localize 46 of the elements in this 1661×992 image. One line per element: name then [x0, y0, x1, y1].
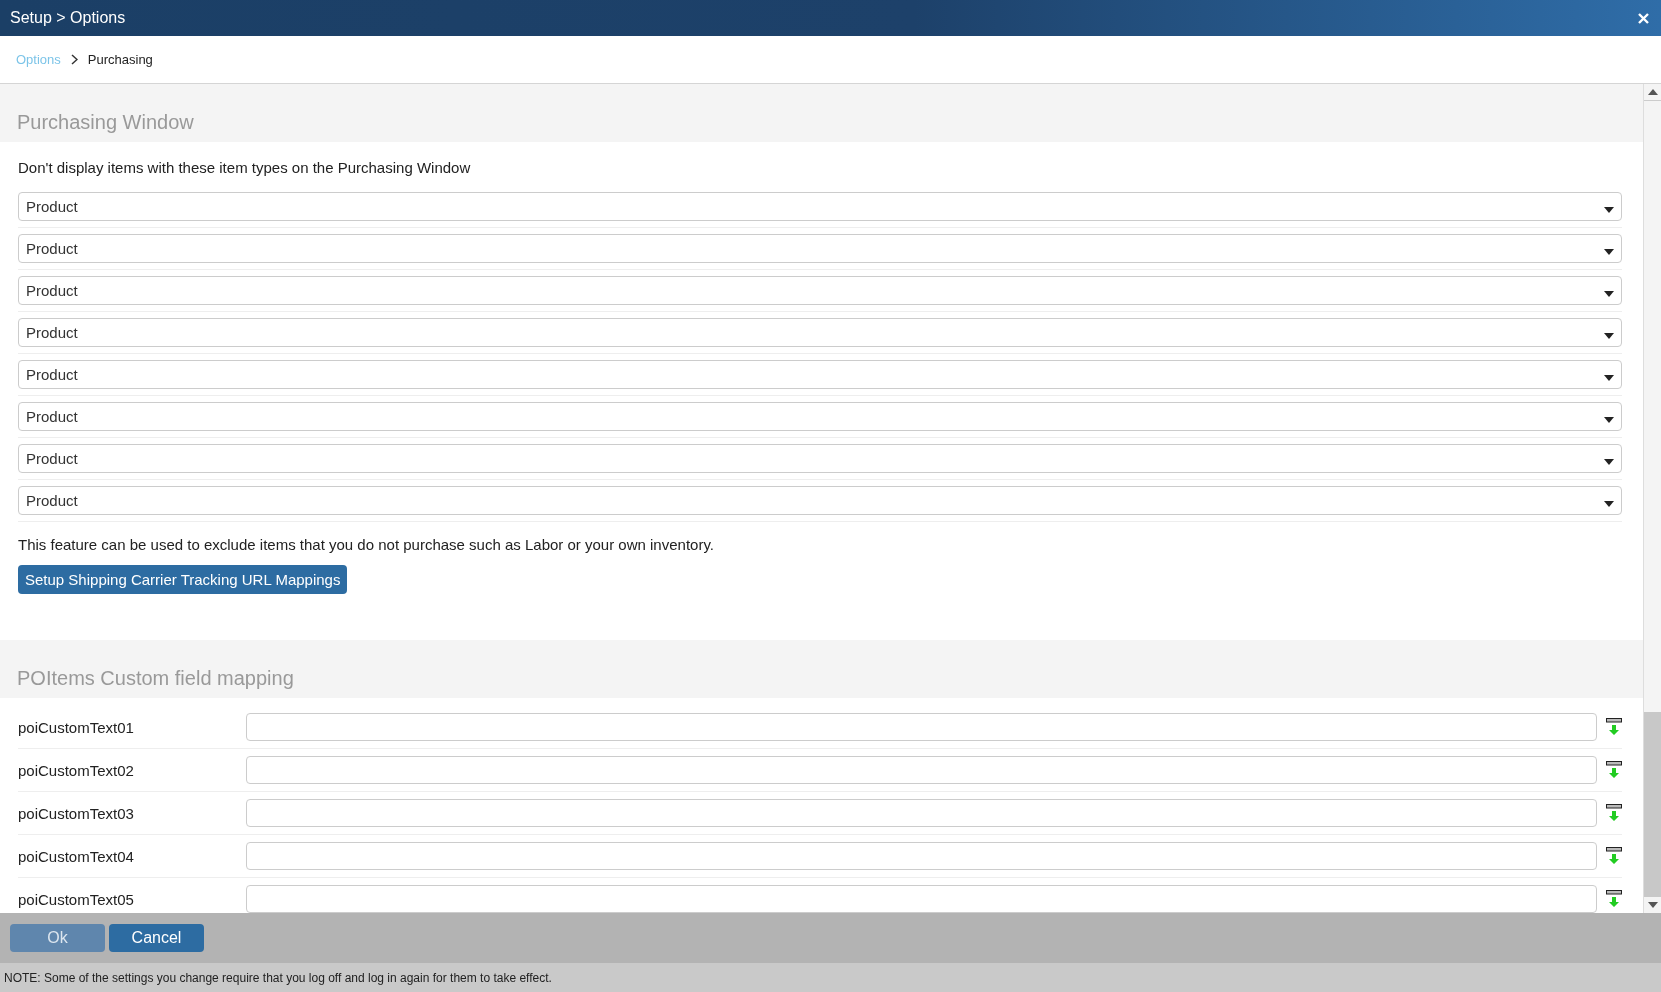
- caret-icon: [1604, 374, 1614, 381]
- item-type-dropdown[interactable]: Product: [18, 360, 1622, 389]
- caret-icon: [1604, 206, 1614, 213]
- insert-down-arrow-icon[interactable]: [1606, 761, 1622, 779]
- close-icon[interactable]: [1638, 12, 1649, 24]
- chevron-icon: [70, 54, 78, 65]
- field-label: poiCustomText03: [18, 804, 135, 822]
- input-field[interactable]: [246, 713, 1597, 741]
- insert-down-arrow-icon[interactable]: [1606, 847, 1622, 865]
- hint-text: This feature can be used to exclude items that you do not purchase such as Labor or your own inventory.: [18, 536, 715, 553]
- window-title: Setup > Options: [10, 9, 126, 27]
- item-type-dropdown[interactable]: Product: [18, 486, 1622, 515]
- item-type-dropdown[interactable]: Product: [18, 276, 1622, 305]
- section-title: Purchasing Window: [17, 111, 194, 134]
- input-field[interactable]: [246, 885, 1597, 913]
- input-field[interactable]: [246, 799, 1597, 827]
- status-note: NOTE: Some of the settings you change require that you log off and log in again for them to take effect.: [4, 970, 552, 985]
- item-type-dropdown[interactable]: Product: [18, 444, 1622, 473]
- section-title: POItems Custom field mapping: [17, 667, 294, 690]
- scrollbar-thumb[interactable]: [1644, 712, 1661, 897]
- scroll-down-icon[interactable]: [1647, 902, 1658, 908]
- item-type-dropdown[interactable]: Product: [18, 234, 1622, 263]
- input-field[interactable]: [246, 756, 1597, 784]
- insert-down-arrow-icon[interactable]: [1606, 718, 1622, 736]
- breadcrumb-current: Purchasing: [87, 52, 153, 67]
- caret-icon: [1604, 290, 1614, 297]
- caret-icon: [1604, 458, 1614, 465]
- caret-icon: [1604, 332, 1614, 339]
- item-type-dropdown[interactable]: Product: [18, 192, 1622, 221]
- insert-down-arrow-icon[interactable]: [1606, 890, 1622, 908]
- tracking-mappings-button[interactable]: Setup Shipping Carrier Tracking URL Mappings: [18, 565, 348, 594]
- cancel-button[interactable]: Cancel: [109, 924, 204, 952]
- scrollbar[interactable]: [1643, 84, 1661, 913]
- field-label: poiCustomText02: [18, 761, 135, 779]
- item-type-dropdown[interactable]: Product: [18, 402, 1622, 431]
- insert-down-arrow-icon[interactable]: [1606, 804, 1622, 822]
- caret-icon: [1604, 416, 1614, 423]
- scroll-up-icon[interactable]: [1647, 89, 1658, 95]
- input-field[interactable]: [246, 842, 1597, 870]
- description-text: Don't display items with these item types on the Purchasing Window: [18, 159, 472, 176]
- caret-icon: [1604, 248, 1614, 255]
- caret-icon: [1604, 500, 1614, 507]
- field-label: poiCustomText01: [18, 718, 135, 736]
- field-label: poiCustomText05: [18, 890, 135, 908]
- item-type-dropdown[interactable]: Product: [18, 318, 1622, 347]
- field-label: poiCustomText04: [18, 847, 135, 865]
